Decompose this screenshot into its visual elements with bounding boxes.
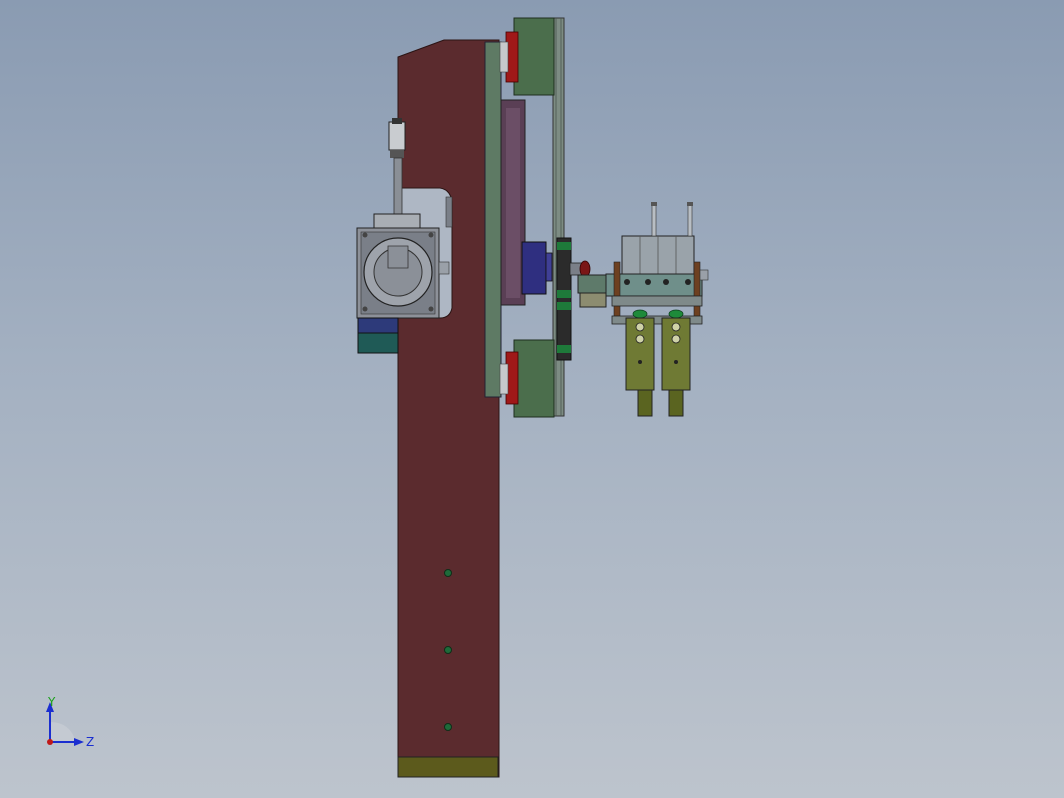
triad-y-label: Y [47,696,56,709]
coordinate-triad: Y Z [46,696,94,749]
drive-shaft[interactable] [569,260,609,308]
rail-carriage-top[interactable] [499,17,555,96]
cad-viewport[interactable] [0,0,1064,798]
base-plate[interactable] [397,756,499,778]
triad-z-label: Z [86,735,94,749]
column-bolt [444,723,452,731]
column-bolt [444,646,452,654]
main-column[interactable] [397,39,500,778]
triad-origin [47,739,53,745]
rail-carriage-bottom[interactable] [499,339,555,418]
column-bolt [444,569,452,577]
gripper-assembly[interactable] [605,202,709,417]
